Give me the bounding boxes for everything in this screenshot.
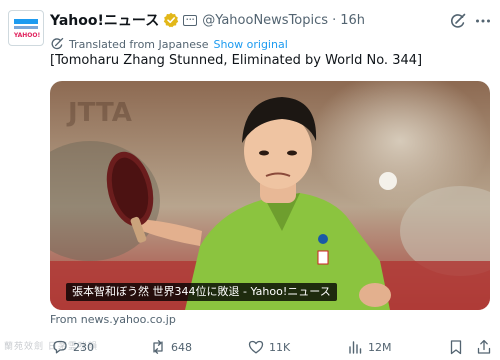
bookmark-icon	[450, 340, 462, 355]
handle[interactable]: @YahooNewsTopics	[202, 13, 328, 28]
separator-dot: ·	[332, 12, 337, 28]
share-icon	[477, 339, 491, 354]
avatar-stripe	[14, 19, 38, 24]
source-link[interactable]: From news.yahoo.co.jp	[50, 313, 176, 326]
repost-count: 648	[171, 340, 192, 354]
share-button[interactable]	[476, 336, 492, 358]
show-original-link[interactable]: Show original	[213, 38, 287, 51]
like-count: 11K	[269, 340, 291, 354]
post-header: Yahoo!ニュース ••• @YahooNewsTopics · 16h	[50, 10, 365, 30]
reply-icon	[53, 340, 67, 354]
repost-icon	[153, 340, 163, 354]
media-caption: 張本智和ぼう然 世界344位に敗退 - Yahoo!ニュース	[66, 283, 337, 301]
repost-button[interactable]: 648	[150, 336, 192, 358]
avatar-stripe-secondary	[14, 26, 38, 29]
player-photo: JTTA	[50, 81, 490, 310]
verified-badge-icon[interactable]	[163, 12, 179, 28]
grok-icon[interactable]	[449, 12, 467, 30]
post-text: [Tomoharu Zhang Stunned, Eliminated by W…	[50, 53, 423, 68]
display-name[interactable]: Yahoo!ニュース	[50, 10, 159, 30]
reply-count: 230	[73, 340, 94, 354]
like-button[interactable]: 11K	[248, 336, 290, 358]
like-icon	[248, 340, 264, 354]
views-icon	[349, 341, 362, 354]
media-card[interactable]: JTTA 張本智和ぼう然 世界344位に敗退 - Yahoo!ニュース	[50, 81, 490, 310]
reply-button[interactable]: 230	[52, 336, 94, 358]
svg-text:JTTA: JTTA	[66, 98, 132, 128]
translate-icon	[51, 37, 64, 50]
translation-row: Translated from Japanese Show original	[50, 36, 288, 52]
avatar[interactable]: YAHOO!	[8, 10, 44, 46]
views-button[interactable]: 12M	[347, 336, 392, 358]
translated-label: Translated from Japanese	[69, 37, 209, 51]
avatar-brand-text: YAHOO!	[13, 32, 41, 39]
action-bar: 230 648 11K 12M	[0, 336, 500, 358]
affiliate-badge[interactable]: •••	[183, 14, 198, 26]
timestamp[interactable]: 16h	[340, 13, 365, 28]
more-icon[interactable]	[474, 12, 492, 30]
views-count: 12M	[368, 340, 392, 354]
bookmark-button[interactable]	[448, 336, 464, 358]
